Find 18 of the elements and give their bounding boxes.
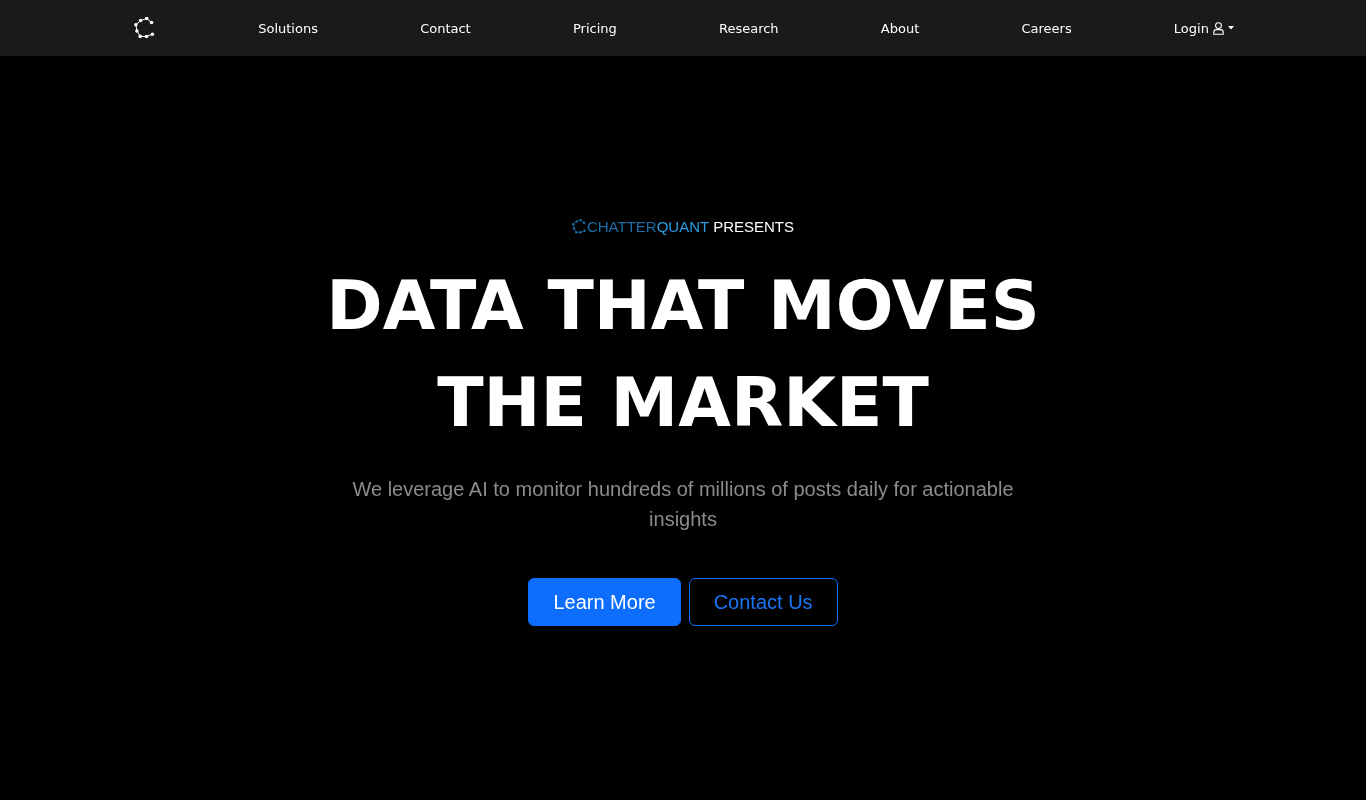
login-dropdown[interactable]: Login xyxy=(1173,14,1234,42)
user-icon xyxy=(1212,21,1224,35)
caret-icon xyxy=(1227,26,1234,30)
dot-ring-icon xyxy=(571,218,587,234)
hero-subtitle: We leverage AI to monitor hundreds of millions of posts daily for actionable insights xyxy=(351,477,1015,532)
hero-heading: DATA THAT MOVES THE MARKET xyxy=(325,265,1041,444)
eyebrow-text: CHATTER xyxy=(586,217,657,235)
eyebrow-text: QUANT xyxy=(656,217,710,235)
nav-link[interactable]: About xyxy=(880,14,920,42)
nav-link[interactable]: Contact xyxy=(420,14,471,42)
contact-us-button[interactable]: Contact Us xyxy=(688,578,838,626)
nav-link[interactable]: Pricing xyxy=(572,14,617,42)
nav-link[interactable]: Research xyxy=(718,14,779,42)
learn-more-button[interactable]: Learn More xyxy=(528,578,681,626)
nav-link[interactable]: Solutions xyxy=(258,14,318,42)
nav-link[interactable]: Careers xyxy=(1021,14,1072,42)
dot-ring-logo-icon[interactable] xyxy=(134,17,156,39)
eyebrow-text: PRESENTS xyxy=(713,217,795,235)
